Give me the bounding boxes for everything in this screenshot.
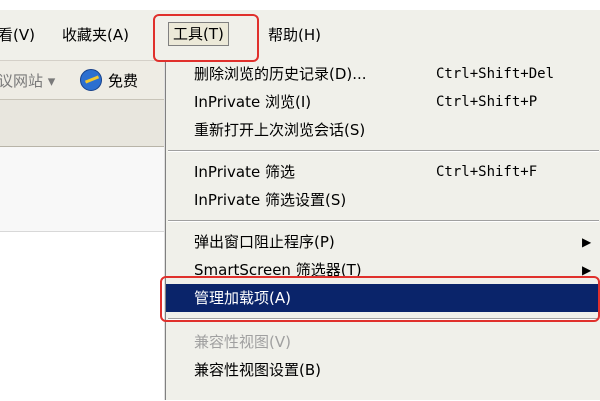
menu-separator [168, 318, 599, 320]
submenu-arrow-icon: ▶ [582, 263, 592, 277]
menu-view[interactable]: 看(V) [0, 24, 35, 46]
menu-help[interactable]: 帮助(H) [268, 24, 321, 46]
menu-item-inprivate-filter[interactable]: InPrivate 筛选 Ctrl+Shift+F [166, 158, 600, 186]
menu-tools[interactable]: 工具(T) [168, 22, 229, 46]
menu-item-inprivate-filter-settings[interactable]: InPrivate 筛选设置(S) [166, 186, 600, 214]
menu-favorites[interactable]: 收藏夹(A) [62, 24, 129, 46]
favorites-bar: 议网站 ▾ 免费 [0, 61, 165, 100]
menu-item-smartscreen[interactable]: SmartScreen 筛选器(T) ▶ [166, 256, 600, 284]
menu-item-manage-addons[interactable]: 管理加载项(A) [166, 284, 600, 312]
free-link[interactable]: 免费 [108, 70, 138, 91]
page-content [0, 147, 165, 401]
submenu-arrow-icon: ▶ [582, 235, 592, 249]
menu-item-compat-view-settings[interactable]: 兼容性视图设置(B) [166, 356, 600, 384]
ie-logo-icon [80, 69, 102, 91]
shortcut: Ctrl+Shift+Del [436, 66, 555, 82]
shortcut: Ctrl+Shift+F [436, 164, 538, 180]
menu-separator [168, 150, 599, 152]
menu-item-popup-blocker[interactable]: 弹出窗口阻止程序(P) ▶ [166, 228, 600, 256]
menu-bar: 看(V) 收藏夹(A) 工具(T) 帮助(H) [0, 10, 600, 61]
tab-strip [0, 100, 165, 147]
shortcut: Ctrl+Shift+P [436, 94, 538, 110]
menu-item-inprivate-browsing[interactable]: InPrivate 浏览(I) Ctrl+Shift+P [166, 88, 600, 116]
menu-item-compat-view[interactable]: 兼容性视图(V) [166, 328, 600, 356]
suggested-sites-link[interactable]: 议网站 ▾ [0, 70, 55, 91]
menu-item-delete-history[interactable]: 删除浏览的历史记录(D)... Ctrl+Shift+Del [166, 60, 600, 88]
content-panel [0, 231, 165, 401]
menu-separator [168, 220, 599, 222]
tools-menu: 删除浏览的历史记录(D)... Ctrl+Shift+Del InPrivate… [165, 60, 600, 400]
menu-item-reopen-session[interactable]: 重新打开上次浏览会话(S) [166, 116, 600, 144]
